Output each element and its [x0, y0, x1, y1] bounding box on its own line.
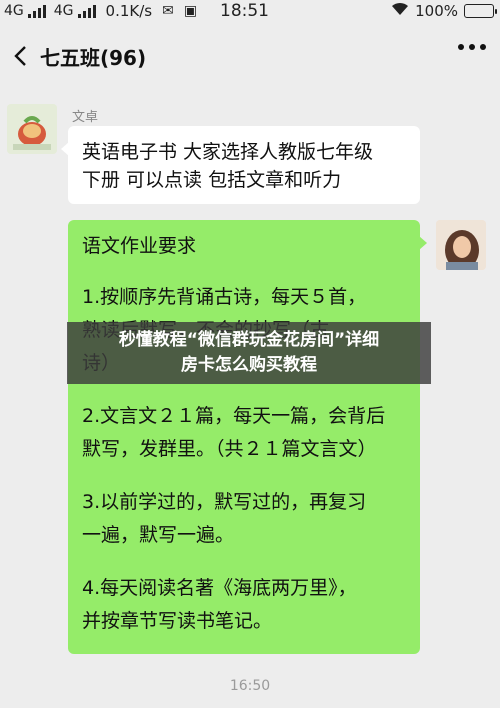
message-line: 并按章节写读书笔记。 — [82, 610, 273, 632]
chat-header: 七五班(96) — [0, 30, 500, 82]
sender-name: 文卓 — [72, 110, 99, 125]
message-line: 1.按顺序先背诵古诗，每天５首， — [82, 286, 367, 308]
message-bubble[interactable]: 英语电子书 大家选择人教版七年级 下册 可以点读 包括文章和听力 — [61, 126, 420, 204]
message-line: 英语电子书 大家选择人教版七年级 — [82, 141, 374, 163]
overlay-line: 房卡怎么购买教程 — [181, 355, 317, 375]
message-line: 一遍，默写一遍。 — [82, 524, 235, 546]
chat-title: 七五班(96) — [40, 45, 147, 70]
network-type-1: 4G — [4, 3, 24, 19]
notification-icon: ✉ — [162, 3, 174, 19]
homework-item-3: 3.以前学过的，默写过的，再复习 一遍，默写一遍。 — [82, 486, 406, 552]
battery-percent: 100% — [415, 2, 458, 20]
message-line: 4.每天阅读名著《海底两万里》， — [82, 577, 357, 599]
message-line: 语文作业要求 — [82, 235, 197, 257]
network-speed: 0.1K/s — [105, 2, 153, 20]
status-bar: 4G 4G 0.1K/s ✉ ▣ 18:51 100% — [0, 0, 500, 22]
message-line: 下册 可以点读 包括文章和听力 — [82, 169, 342, 191]
homework-item-4: 4.每天阅读名著《海底两万里》， 并按章节写读书笔记。 — [82, 572, 406, 638]
homework-title: 语文作业要求 — [82, 230, 406, 263]
signal-icon — [77, 4, 96, 18]
message-bubble[interactable]: 语文作业要求 1.按顺序先背诵古诗，每天５首， 熟读后默写，不会的抄写（古 诗）… — [68, 220, 427, 654]
chevron-left-icon[interactable] — [0, 30, 40, 82]
message-line: 2.文言文２１篇，每天一篇，会背后 — [82, 405, 386, 427]
message-line: 默写，发群里。（共２１篇文言文） — [82, 438, 377, 460]
message-timestamp: 16:50 — [229, 678, 271, 694]
wifi-icon — [391, 2, 409, 20]
overlay-banner: 秒懂教程“微信群玩金花房间”详细 房卡怎么购买教程 — [67, 322, 431, 384]
image-icon: ▣ — [183, 3, 198, 19]
homework-item-2: 2.文言文２１篇，每天一篇，会背后 默写，发群里。（共２１篇文言文） — [82, 400, 406, 466]
avatar[interactable] — [7, 104, 57, 154]
message-line: 3.以前学过的，默写过的，再复习 — [82, 491, 367, 513]
more-dots-icon[interactable] — [458, 44, 486, 50]
overlay-line: 秒懂教程“微信群玩金花房间”详细 — [118, 330, 380, 350]
signal-group: 4G 4G 0.1K/s ✉ ▣ — [0, 2, 197, 20]
status-time: 18:51 — [220, 1, 269, 21]
avatar[interactable] — [436, 220, 486, 270]
battery-icon — [464, 4, 497, 18]
network-type-2: 4G — [53, 3, 74, 19]
signal-icon — [27, 4, 46, 18]
